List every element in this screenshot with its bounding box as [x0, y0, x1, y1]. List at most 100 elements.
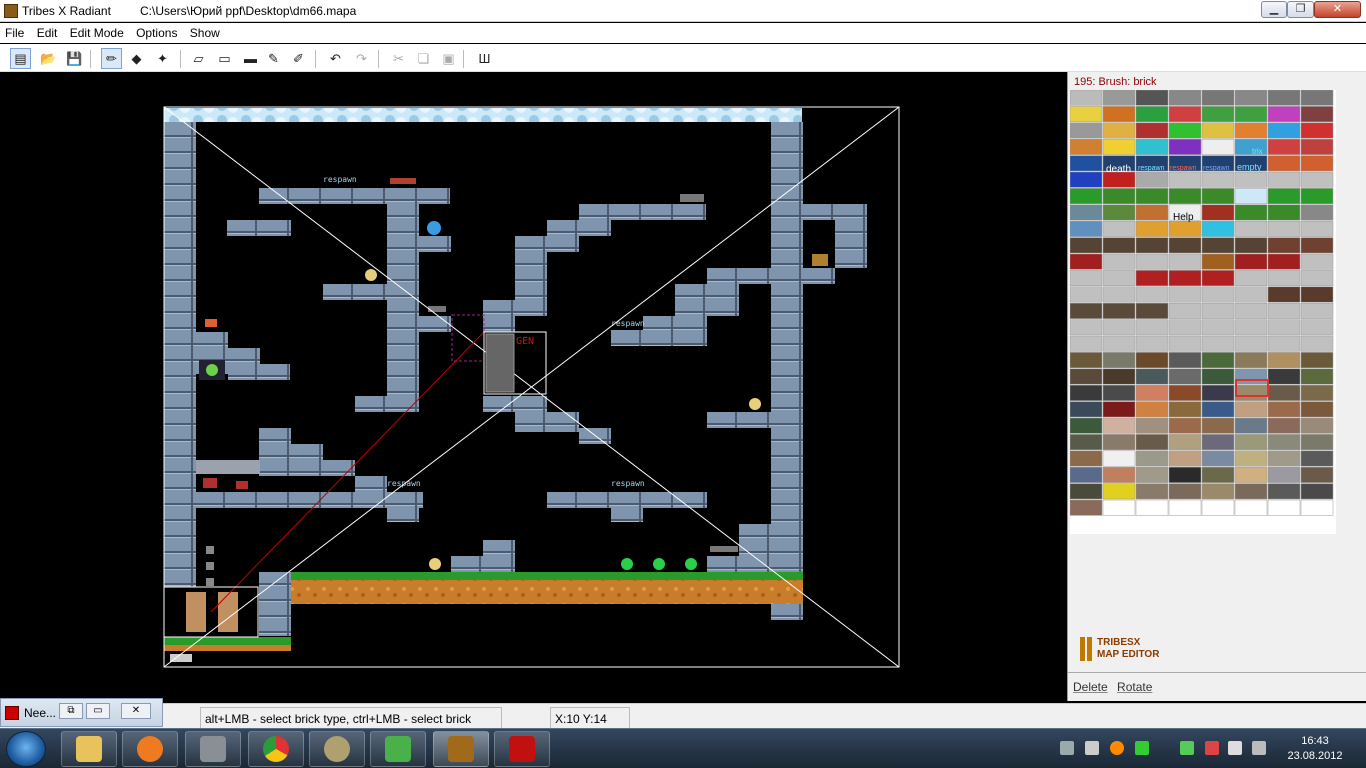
palette-cell[interactable] [1201, 204, 1235, 221]
palette-cell[interactable] [1234, 434, 1268, 451]
palette-cell[interactable] [1201, 138, 1235, 155]
palette-cell[interactable] [1135, 302, 1169, 319]
palette-cell[interactable] [1300, 122, 1334, 139]
palette-cell[interactable] [1135, 384, 1169, 401]
minimized-window[interactable]: Nee... ⧉ ▭ ✕ [0, 698, 163, 727]
palette-cell[interactable] [1069, 204, 1103, 221]
palette-cell[interactable] [1102, 138, 1136, 155]
palette-cell[interactable] [1069, 499, 1103, 516]
palette-cell[interactable] [1300, 499, 1334, 516]
palette-cell[interactable] [1267, 483, 1301, 500]
palette-cell[interactable] [1234, 237, 1268, 254]
palette-cell[interactable] [1234, 220, 1268, 237]
map-view[interactable]: respawn respawn respawn respawn GEN [0, 72, 1067, 701]
palette-cell[interactable] [1102, 253, 1136, 270]
palette-cell[interactable] [1135, 434, 1169, 451]
menu-edit-mode[interactable]: Edit Mode [65, 23, 128, 40]
palette-cell[interactable] [1234, 319, 1268, 336]
palette-cell[interactable] [1102, 302, 1136, 319]
open-button[interactable]: 📂 [38, 48, 59, 69]
eraser-button[interactable]: ▱ [188, 48, 209, 69]
palette-cell[interactable] [1135, 483, 1169, 500]
palette-cell[interactable] [1102, 106, 1136, 123]
ammo-icon[interactable] [206, 578, 214, 586]
palette-cell[interactable] [1201, 253, 1235, 270]
palette-cell[interactable] [1102, 286, 1136, 303]
palette-cell[interactable] [1300, 237, 1334, 254]
paint-button[interactable]: ✎ [263, 48, 284, 69]
palette-cell[interactable] [1267, 368, 1301, 385]
palette-cell[interactable] [1201, 286, 1235, 303]
palette-cell[interactable] [1201, 171, 1235, 188]
palette-cell[interactable] [1168, 450, 1202, 467]
palette-cell[interactable] [1168, 237, 1202, 254]
taskbar-chrome[interactable] [248, 731, 304, 767]
paste-button[interactable]: ▣ [438, 48, 459, 69]
undo-button[interactable]: ↶ [325, 48, 346, 69]
palette-cell[interactable] [1135, 220, 1169, 237]
palette-cell[interactable] [1168, 253, 1202, 270]
palette-cell[interactable] [1102, 352, 1136, 369]
palette-cell[interactable] [1267, 253, 1301, 270]
properties-button[interactable]: Ш [474, 48, 495, 69]
tray-icon-4[interactable] [1135, 741, 1149, 755]
brush-palette[interactable]: death respawn respawn respawn empty Help… [1069, 89, 1336, 534]
palette-cell[interactable] [1234, 384, 1268, 401]
menu-options[interactable]: Options [131, 23, 181, 40]
palette-cell[interactable] [1234, 401, 1268, 418]
palette-cell[interactable] [1168, 384, 1202, 401]
palette-cell[interactable] [1135, 466, 1169, 483]
palette-cell[interactable] [1135, 335, 1169, 352]
new-map-button[interactable]: ▤ [10, 48, 31, 69]
filled-rectangle-button[interactable]: ▬ [240, 48, 261, 69]
health-orb-icon[interactable] [749, 398, 761, 410]
volume-icon[interactable] [1228, 741, 1242, 755]
maximize-child-button[interactable]: ▭ [86, 703, 110, 719]
palette-cell[interactable] [1069, 253, 1103, 270]
palette-cell[interactable] [1168, 368, 1202, 385]
palette-cell[interactable] [1300, 155, 1334, 172]
palette-cell[interactable] [1069, 89, 1103, 106]
palette-cell[interactable] [1069, 138, 1103, 155]
palette-cell[interactable] [1267, 155, 1301, 172]
delete-link[interactable]: Delete [1073, 680, 1108, 694]
palette-cell[interactable] [1234, 352, 1268, 369]
palette-cell[interactable] [1201, 237, 1235, 254]
palette-cell[interactable] [1168, 499, 1202, 516]
palette-cell[interactable] [1267, 237, 1301, 254]
minimize-button[interactable]: ▁ [1261, 1, 1287, 18]
palette-cell[interactable] [1102, 204, 1136, 221]
palette-cell[interactable] [1069, 302, 1103, 319]
palette-cell[interactable] [1135, 319, 1169, 336]
palette-cell[interactable] [1069, 106, 1103, 123]
palette-cell[interactable] [1201, 368, 1235, 385]
palette-cell[interactable] [1201, 319, 1235, 336]
palette-cell[interactable] [1168, 286, 1202, 303]
palette-cell[interactable] [1300, 89, 1334, 106]
palette-cell[interactable] [1201, 499, 1235, 516]
palette-cell[interactable] [1267, 204, 1301, 221]
palette-cell[interactable] [1201, 401, 1235, 418]
ammo-icon[interactable] [206, 546, 214, 554]
palette-cell[interactable] [1267, 466, 1301, 483]
taskbar-app-6[interactable] [370, 731, 426, 767]
palette-cell[interactable] [1168, 122, 1202, 139]
palette-cell[interactable] [1069, 434, 1103, 451]
palette-cell[interactable] [1135, 171, 1169, 188]
palette-cell[interactable] [1102, 237, 1136, 254]
spawn-figure-left-icon[interactable] [186, 592, 206, 632]
teleporter-core-icon[interactable] [206, 364, 218, 376]
palette-cell[interactable] [1135, 270, 1169, 287]
palette-cell[interactable] [1102, 89, 1136, 106]
palette-cell[interactable] [1234, 204, 1268, 221]
palette-cell[interactable] [1234, 286, 1268, 303]
select-objects-button[interactable]: ◆ [126, 48, 147, 69]
palette-cell[interactable] [1135, 106, 1169, 123]
palette-cell[interactable] [1234, 466, 1268, 483]
palette-cell[interactable] [1135, 417, 1169, 434]
palette-cell[interactable] [1300, 286, 1334, 303]
palette-cell[interactable] [1102, 417, 1136, 434]
generator-object[interactable] [485, 333, 515, 393]
palette-cell[interactable] [1201, 352, 1235, 369]
palette-cell[interactable] [1300, 434, 1334, 451]
